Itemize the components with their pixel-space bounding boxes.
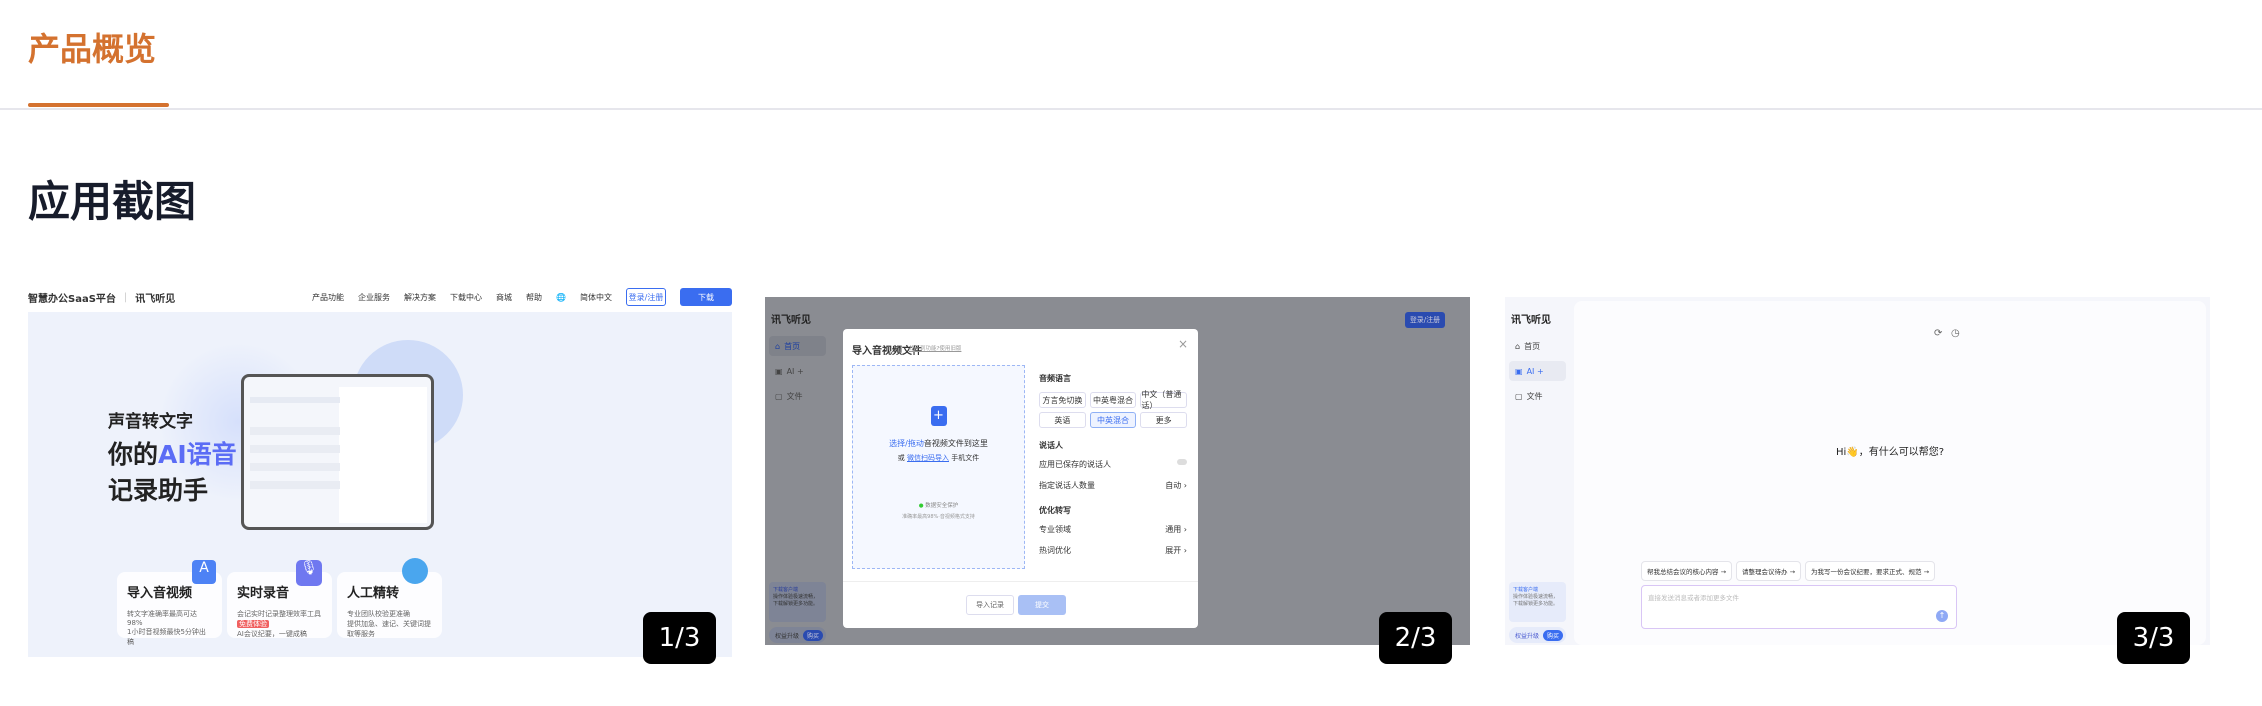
screenshot-counter: 1/3 [643,612,716,664]
sidebar-item-ai[interactable]: ▣ AI + [769,361,826,381]
feature-card-human[interactable]: 人工精转 专业团队校验更准确 提供加急、速记、关键词提取等服务 [337,558,442,638]
chat-panel: ⟳ ◷ Hi👋，有什么可以帮您? 帮我总结会议的核心内容 → 请整理会议待办 →… [1574,301,2206,645]
download-promo[interactable]: 下载客户端 操作体验极速流畅，下载解锁更多功能。 [769,582,826,622]
language-select[interactable]: 简体中文 [580,292,612,303]
home-icon: ⌂ [1515,341,1521,351]
chat-input[interactable]: 直接发送消息或者添加更多文件 ↑ [1641,585,1957,629]
submit-button[interactable]: 提交 [1018,595,1066,615]
free-trial-tag: 免费体验 [237,620,269,628]
lang-option[interactable]: 中文（普通话） [1140,390,1187,410]
tab-product-overview[interactable]: 产品概览 [28,24,156,70]
logo: 讯飞听见 [1511,315,1551,326]
send-button[interactable]: ↑ [1936,610,1948,622]
saved-speaker-toggle[interactable] [1177,459,1187,465]
home-icon: ⌂ [775,341,781,351]
shield-icon: ● [918,503,924,509]
lang-more[interactable]: 更多 [1140,412,1187,428]
login-button[interactable]: 登录/注册 [1405,312,1445,328]
buy-button[interactable]: 购买 [1542,629,1563,641]
platform-name: 智慧办公SaaS平台 [28,293,116,305]
nav-item[interactable]: 解决方案 [404,292,436,303]
screenshot-1[interactable]: 智慧办公SaaS平台 | 讯飞听见 产品功能 企业服务 解决方案 下载中心 商城… [28,282,732,657]
person-icon [402,558,428,584]
download-button[interactable]: 下载 [680,288,732,306]
nav-item[interactable]: 帮助 [526,292,542,303]
add-file-icon: + [930,406,947,426]
folder-icon: A [192,560,216,584]
nav-item[interactable]: 产品功能 [312,292,344,303]
login-button[interactable]: 登录/注册 [626,288,666,306]
file-icon: ▢ [775,391,783,401]
microphone-icon: 🎙 [296,560,322,586]
close-icon[interactable]: × [1178,337,1188,351]
lang-option[interactable]: 英语 [1039,412,1086,428]
domain-row[interactable]: 专业领域 通用 › [1039,524,1187,535]
buy-button[interactable]: 购买 [802,629,823,641]
sidebar-item-ai[interactable]: ▣ AI + [1509,361,1566,381]
import-modal: 导入音视频文件 找不到功能?使用旧版 × + 选择/拖动音视频文件到这里 或 微… [843,329,1198,628]
sidebar-item-files[interactable]: ▢ 文件 [769,386,826,406]
greeting: Hi👋，有什么可以帮您? [1835,447,1945,458]
lang-option[interactable]: 中英粤混合 [1089,392,1137,408]
sidebar-item-home[interactable]: ⌂ 首页 [769,336,826,356]
feature-card-import[interactable]: 导入音视频 转文字准确率最高可达98% 1小时音视频最快5分钟出稿 A [117,560,222,646]
sidebar-item-files[interactable]: ▢ 文件 [1509,386,1566,406]
legacy-link[interactable]: 找不到功能?使用旧版 [909,344,961,352]
screenshot-counter: 2/3 [1379,612,1452,664]
screenshot-counter: 3/3 [2117,612,2190,664]
suggestion-chip[interactable]: 请整理会议待办 → [1736,561,1802,581]
active-tab-indicator [28,103,169,107]
tab-divider [0,108,2262,110]
sidebar-item-home[interactable]: ⌂ 首页 [1509,336,1566,356]
tablet-mockup [241,374,434,530]
download-promo[interactable]: 下载客户端 操作体验极速流畅，下载解锁更多功能。 [1509,582,1566,622]
ai-icon: ▣ [1515,366,1523,376]
nav-item[interactable]: 企业服务 [358,292,390,303]
section-title: 应用截图 [28,177,197,226]
history-icon[interactable]: ◷ [1951,328,1960,339]
feature-card-record[interactable]: 实时录音 会记实时记录整理效率工具 免费体验 AI会议纪要，一键成稿 🎙 [227,560,332,638]
drop-zone[interactable]: + 选择/拖动音视频文件到这里 或 微信扫码导入 手机文件 ● 数据安全保护 准… [852,365,1025,569]
nav-item[interactable]: 商城 [496,292,512,303]
site-nav: 智慧办公SaaS平台 | 讯飞听见 产品功能 企业服务 解决方案 下载中心 商城… [28,282,732,312]
hero-text: 声音转文字 你的AI语音 记录助手 [108,412,237,505]
screenshot-2[interactable]: 讯飞听见 ⌂ 首页 ▣ AI + ▢ 文件 下载客户端 操作体验极速流畅，下载解锁更多功… [765,297,1470,645]
import-history-button[interactable]: 导入记录 [966,595,1014,615]
speaker-count-row[interactable]: 指定说话人数量 自动 › [1039,480,1187,491]
refresh-icon[interactable]: ⟳ [1934,328,1942,339]
sidebar: 讯飞听见 ⌂ 首页 ▣ AI + ▢ 文件 下载客户端 操作体验极速流畅，下载解锁更多功… [765,297,830,645]
file-icon: ▢ [1515,391,1523,401]
sidebar: 讯飞听见 ⌂ 首页 ▣ AI + ▢ 文件 下载客户端 操作体验极速流畅，下载解锁更多功… [1505,297,1570,645]
nav-item[interactable]: 下载中心 [450,292,482,303]
logo: 讯飞听见 [135,293,176,305]
suggestion-chip[interactable]: 为我写一份会议纪要，要求正式、规范 → [1805,561,1936,581]
screenshot-3[interactable]: 讯飞听见 ⌂ 首页 ▣ AI + ▢ 文件 下载客户端 操作体验极速流畅，下载解锁更多功… [1505,297,2210,645]
upgrade-bar[interactable]: 权益升级 购买 [769,627,826,643]
lang-option[interactable]: 方言免切换 [1039,392,1086,408]
hotword-row[interactable]: 热词优化 展开 › [1039,545,1187,556]
upgrade-bar[interactable]: 权益升级 购买 [1509,627,1566,643]
suggestion-chip[interactable]: 帮我总结会议的核心内容 → [1641,561,1733,581]
logo: 讯飞听见 [771,315,811,326]
globe-icon: 🌐 [556,292,566,302]
lang-option-selected[interactable]: 中英混合 [1089,412,1137,428]
ai-icon: ▣ [775,366,783,376]
wechat-import-link[interactable]: 微信扫码导入 [907,454,949,462]
